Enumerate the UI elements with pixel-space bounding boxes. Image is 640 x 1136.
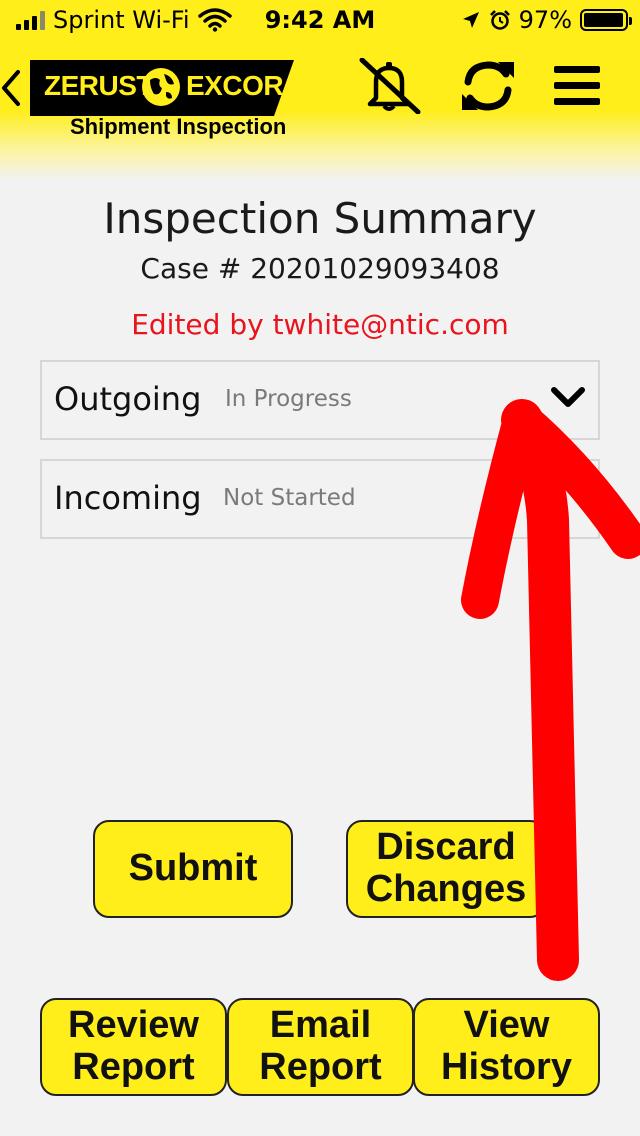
view-history-button[interactable]: View History [413, 998, 600, 1096]
logo-text-left: ZERUST [44, 70, 154, 101]
page-title: Inspection Summary [103, 194, 537, 243]
case-number: Case # 20201029093408 [140, 252, 500, 285]
section-name: Incoming [54, 479, 202, 517]
section-name: Outgoing [54, 380, 202, 418]
logo-subtitle: Shipment Inspection [70, 114, 287, 139]
section-status: Not Started [223, 485, 356, 511]
email-label-line2: Report [259, 1046, 382, 1088]
discard-label-line2: Changes [365, 868, 527, 910]
logo-text-right: EXCOR [186, 70, 284, 101]
alarm-icon [489, 10, 510, 30]
history-label-line1: View [463, 1004, 550, 1047]
back-icon[interactable] [0, 68, 24, 108]
history-label-line2: History [441, 1046, 572, 1088]
zerust-excor-logo[interactable]: ZERUST EXCOR Shipment Inspection [30, 60, 294, 142]
discard-changes-button[interactable]: Discard Changes [346, 820, 546, 918]
battery-icon [580, 9, 632, 31]
status-bar: Sprint Wi-Fi 9:42 AM 97% [0, 0, 640, 40]
status-right: 97% [461, 6, 632, 34]
section-incoming[interactable]: Incoming Not Started [40, 459, 600, 539]
edited-by-label: Edited by twhite@ntic.com [131, 308, 509, 341]
submit-label: Submit [128, 847, 258, 890]
battery-fill [584, 13, 623, 27]
section-outgoing[interactable]: Outgoing In Progress [40, 360, 600, 440]
refresh-icon[interactable] [460, 58, 516, 114]
email-label-line1: Email [269, 1004, 372, 1047]
email-report-button[interactable]: Email Report [227, 998, 414, 1096]
review-label-line2: Report [72, 1046, 195, 1088]
menu-icon[interactable] [552, 58, 602, 114]
location-icon [462, 12, 479, 28]
review-report-button[interactable]: Review Report [40, 998, 227, 1096]
submit-button[interactable]: Submit [93, 820, 293, 918]
section-status: In Progress [225, 386, 352, 412]
discard-label-line1: Discard [376, 826, 516, 869]
bell-off-icon[interactable] [356, 58, 422, 114]
globe-icon [142, 68, 180, 106]
battery-percent: 97% [518, 6, 572, 34]
chevron-down-icon[interactable] [550, 384, 586, 412]
review-label-line1: Review [68, 1004, 199, 1047]
